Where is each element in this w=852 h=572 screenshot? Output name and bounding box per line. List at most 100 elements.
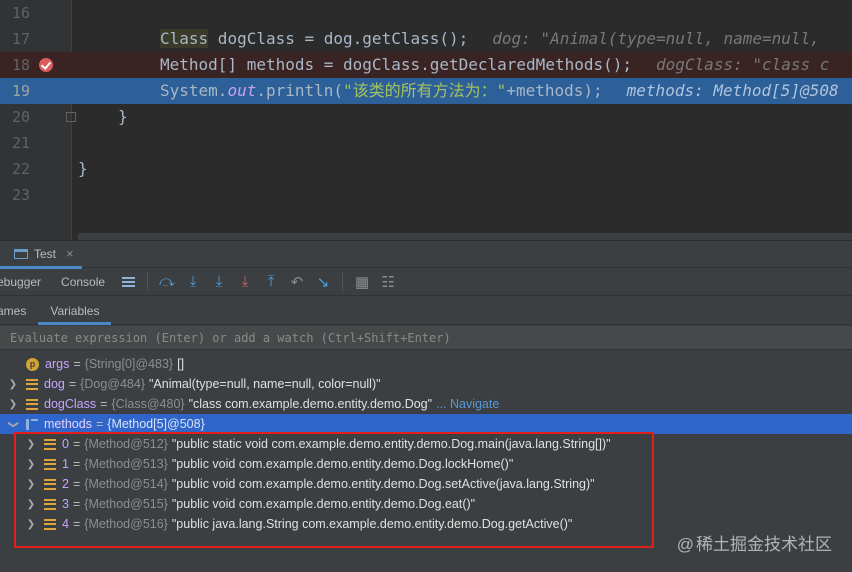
- variable-row-dogClass[interactable]: ❯ dogClass = {Class@480} "class com.exam…: [0, 394, 852, 414]
- line-number: 23: [11, 186, 30, 204]
- expand-chevron-icon[interactable]: ❯: [8, 379, 18, 390]
- variable-row-args[interactable]: p args = {String[0]@483} []: [0, 354, 852, 374]
- element-value: "public java.lang.String com.example.dem…: [171, 517, 573, 531]
- layout-menu-icon[interactable]: [115, 270, 141, 294]
- run-config-label: Test: [34, 246, 57, 261]
- line-number: 22: [11, 160, 30, 178]
- drop-frame-icon[interactable]: ↶: [284, 270, 310, 294]
- evaluate-expression-icon[interactable]: ▦: [349, 270, 375, 294]
- inline-value-hint: dog: "Animal(type=null, name=null,: [492, 29, 820, 48]
- field-icon: [44, 478, 56, 490]
- debugger-subtabs: ames Variables: [0, 296, 852, 325]
- array-element-row[interactable]: ❯ 2 = {Method@514} "public void com.exam…: [0, 474, 852, 494]
- step-out-icon[interactable]: ⤒: [258, 270, 284, 294]
- variable-value: []: [177, 357, 185, 371]
- element-type: {Method@513}: [84, 457, 168, 471]
- equals-sign: =: [72, 457, 81, 471]
- inline-value-hint: dogClass: "class c: [656, 55, 830, 74]
- code-line-21[interactable]: 21: [0, 130, 852, 156]
- element-type: {Method@512}: [84, 437, 168, 451]
- field-icon: [44, 498, 56, 510]
- variable-name: args: [45, 357, 70, 371]
- debug-toolbar: ebugger Console ⤼ ⤓ ⤓ ⤓ ⤒ ↶ ↘ ▦ ☷: [0, 268, 852, 296]
- equals-sign: =: [72, 477, 81, 491]
- navigate-link[interactable]: ... Navigate: [436, 397, 499, 411]
- array-icon: [26, 418, 38, 434]
- show-execution-point-icon[interactable]: ⤼: [154, 270, 180, 294]
- run-config-tab[interactable]: Test ×: [0, 241, 82, 269]
- field-icon: [44, 438, 56, 450]
- array-element-row[interactable]: ❯ 1 = {Method@513} "public void com.exam…: [0, 454, 852, 474]
- code-statement: Method[] methods = dogClass.getDeclaredM…: [160, 55, 633, 74]
- toolbar-divider: [342, 272, 344, 291]
- expand-chevron-icon[interactable]: ❯: [26, 499, 36, 510]
- element-value: "public void com.example.demo.entity.dem…: [171, 497, 476, 511]
- class-keyword: Class: [160, 29, 209, 48]
- tab-console[interactable]: Console: [51, 268, 115, 296]
- expand-chevron-icon[interactable]: ❯: [26, 459, 36, 470]
- force-step-into-icon[interactable]: ⤓: [232, 270, 258, 294]
- field-icon: [44, 518, 56, 530]
- tab-debugger[interactable]: ebugger: [0, 268, 51, 296]
- variable-row-dog[interactable]: ❯ dog = {Dog@484} "Animal(type=null, nam…: [0, 374, 852, 394]
- code-part: .println(: [256, 81, 344, 100]
- equals-sign: =: [68, 377, 77, 391]
- code-line-23[interactable]: 23: [0, 182, 852, 208]
- watermark-at: @: [676, 535, 694, 554]
- code-line-16[interactable]: 16: [0, 0, 852, 26]
- line-number: 18: [11, 56, 30, 74]
- variable-value: "Animal(type=null, name=null, color=null…: [149, 377, 381, 391]
- watermark: @ 稀土掘金技术社区: [677, 530, 832, 555]
- element-index: 2: [62, 477, 69, 491]
- static-field: out: [227, 81, 257, 100]
- variable-type: {Method[5]@508}: [107, 417, 205, 431]
- line-number: 20: [11, 108, 30, 126]
- debug-titlebar: Test ×: [0, 240, 852, 269]
- step-into-icon[interactable]: ⤓: [206, 270, 232, 294]
- expand-chevron-icon[interactable]: ❯: [8, 399, 18, 410]
- expand-chevron-icon[interactable]: ❯: [26, 439, 36, 450]
- expand-chevron-icon[interactable]: ❯: [26, 519, 36, 530]
- window-icon: [14, 248, 28, 259]
- watermark-text: 稀土掘金技术社区: [696, 535, 832, 554]
- expand-chevron-icon[interactable]: ❯: [26, 479, 36, 490]
- code-line-17[interactable]: 17 Class dogClass = dog.getClass(); dog: …: [0, 26, 852, 52]
- inline-value-hint: methods: Method[5]@508: [626, 81, 839, 100]
- variable-row-methods[interactable]: ❯ methods = {Method[5]@508}: [0, 414, 852, 434]
- evaluate-expression-input[interactable]: [0, 326, 852, 350]
- code-text: Method[] methods = dogClass.getDeclaredM…: [160, 52, 829, 78]
- run-to-cursor-icon[interactable]: ↘: [310, 270, 336, 294]
- toolbar-divider: [147, 272, 149, 291]
- element-value: "public static void com.example.demo.ent…: [171, 437, 611, 451]
- debug-panel: Test × ebugger Console ⤼ ⤓ ⤓ ⤓ ⤒ ↶ ↘ ▦ ☷…: [0, 240, 852, 572]
- element-value: "public void com.example.demo.entity.dem…: [171, 457, 514, 471]
- fold-marker-icon[interactable]: [66, 112, 76, 122]
- equals-sign: =: [72, 517, 81, 531]
- line-number: 16: [11, 4, 30, 22]
- code-text: System.out.println("该类的所有方法为："+methods);…: [160, 78, 839, 104]
- code-part: System.: [160, 81, 228, 100]
- breakpoint-icon[interactable]: [39, 58, 53, 72]
- array-element-row[interactable]: ❯ 3 = {Method@515} "public void com.exam…: [0, 494, 852, 514]
- line-number: 21: [11, 134, 30, 152]
- code-editor[interactable]: 16 17 Class dogClass = dog.getClass(); do…: [0, 0, 852, 240]
- variable-type: {Dog@484}: [80, 377, 145, 391]
- step-over-icon[interactable]: ⤓: [180, 270, 206, 294]
- variable-type: {String[0]@483}: [84, 357, 174, 371]
- tab-variables[interactable]: Variables: [38, 296, 112, 325]
- tab-frames[interactable]: ames: [0, 297, 38, 325]
- trace-stream-icon[interactable]: ☷: [375, 270, 401, 294]
- code-line-22[interactable]: 22 }: [0, 156, 852, 182]
- close-icon[interactable]: ×: [66, 246, 74, 261]
- variable-name: dogClass: [44, 397, 97, 411]
- code-line-20[interactable]: 20 }: [0, 104, 852, 130]
- code-line-18[interactable]: 18 Method[] methods = dogClass.getDeclar…: [0, 52, 852, 78]
- horizontal-scrollbar[interactable]: [78, 233, 852, 240]
- parameter-icon: p: [26, 357, 39, 371]
- string-literal: "该类的所有方法为：": [343, 81, 507, 100]
- array-element-row[interactable]: ❯ 0 = {Method@512} "public static void c…: [0, 434, 852, 454]
- code-text: }: [78, 159, 88, 178]
- code-line-19-current[interactable]: 19 System.out.println("该类的所有方法为："+method…: [0, 78, 852, 104]
- collapse-chevron-icon[interactable]: ❯: [8, 419, 19, 429]
- element-type: {Method@516}: [84, 517, 168, 531]
